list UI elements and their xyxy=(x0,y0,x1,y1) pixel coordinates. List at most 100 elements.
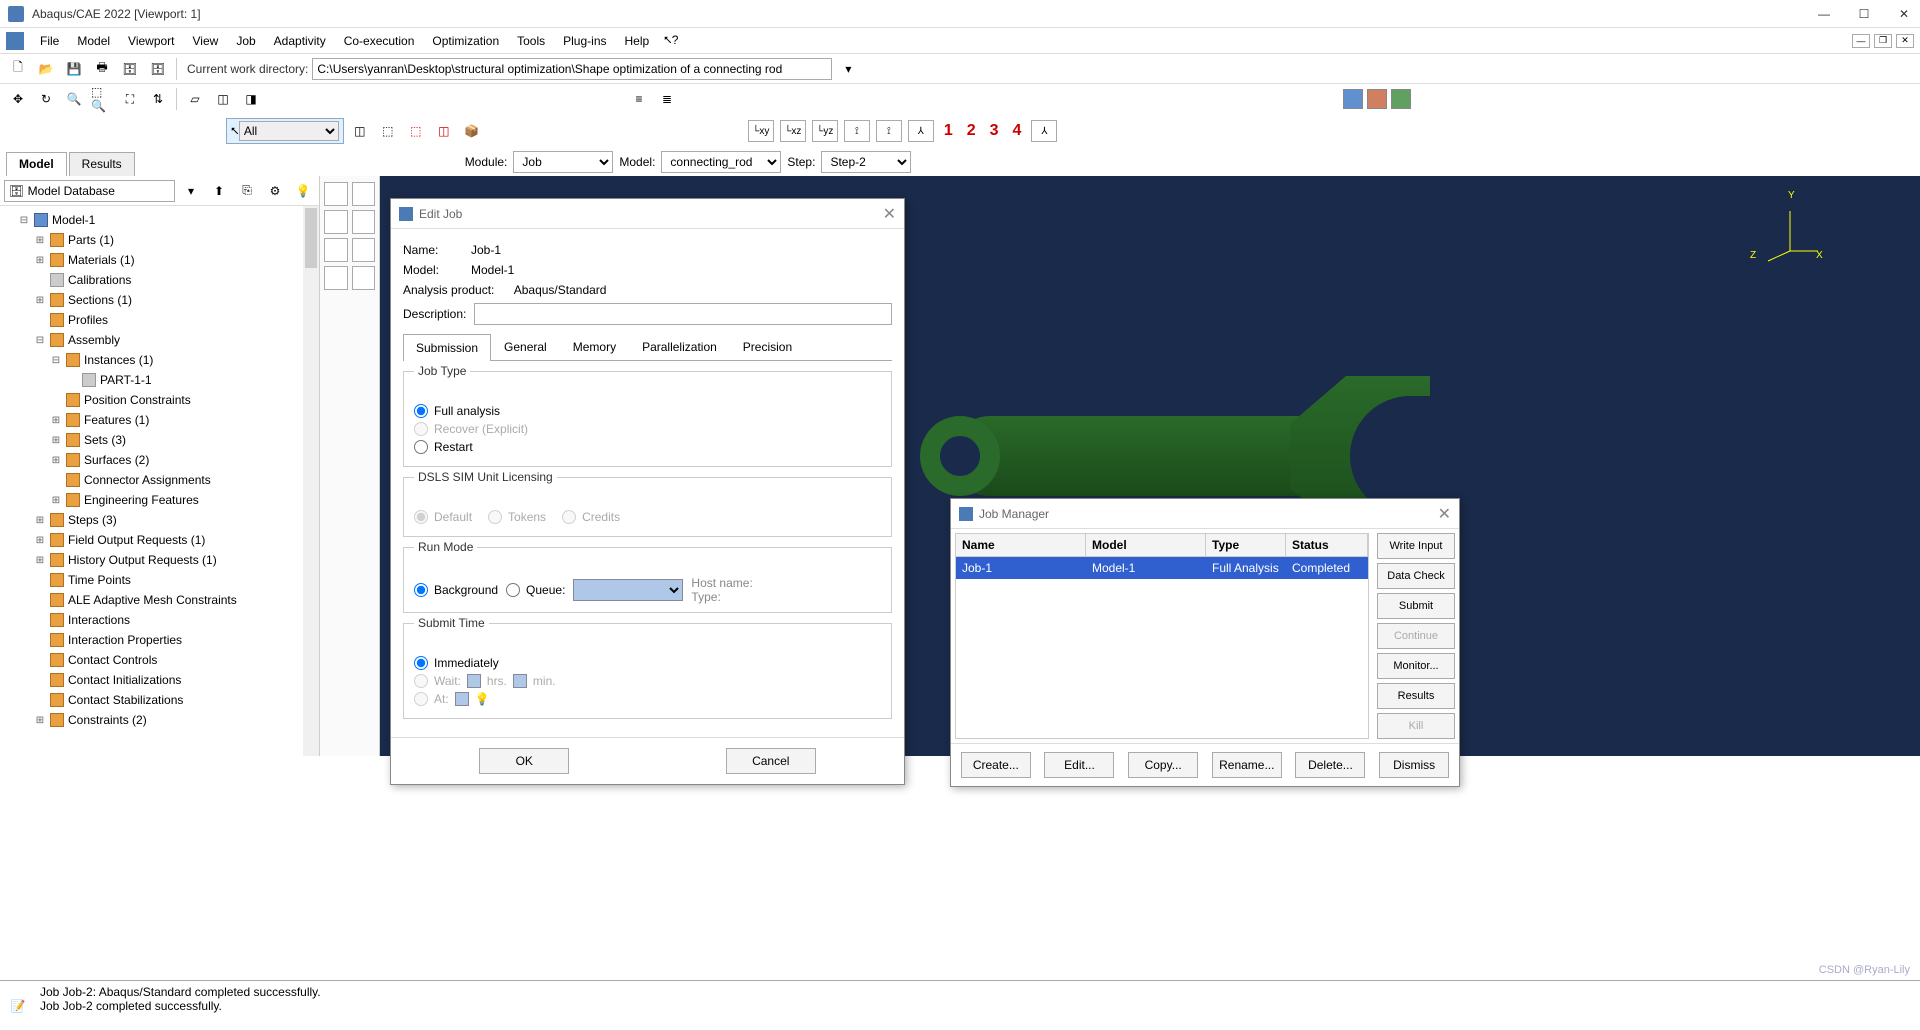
tree-sets[interactable]: Sets (3) xyxy=(84,433,126,447)
tree-materials[interactable]: Materials (1) xyxy=(68,253,135,267)
zoom-icon[interactable]: 🔍 xyxy=(62,87,86,111)
fit-icon[interactable]: ⛶ xyxy=(118,87,142,111)
description-input[interactable] xyxy=(474,303,892,325)
tool-8[interactable] xyxy=(352,266,376,290)
results-button[interactable]: Results xyxy=(1377,683,1455,709)
cwd-input[interactable] xyxy=(312,58,832,80)
csys-custom-icon[interactable]: ⅄ xyxy=(1031,120,1057,142)
tree-surfaces[interactable]: Surfaces (2) xyxy=(84,453,149,467)
sel2-icon[interactable]: ⬚ xyxy=(404,119,428,143)
tree-constraints[interactable]: Constraints (2) xyxy=(68,713,147,727)
ok-button[interactable]: OK xyxy=(479,748,569,774)
job-table[interactable]: Name Model Type Status Job-1 Model-1 Ful… xyxy=(955,533,1369,739)
message-icon[interactable]: 📝 xyxy=(0,981,36,1030)
pan-icon[interactable]: ✥ xyxy=(6,87,30,111)
tree-parts[interactable]: Parts (1) xyxy=(68,233,114,247)
tree-part11[interactable]: PART-1-1 xyxy=(100,373,152,387)
view-3[interactable]: 3 xyxy=(986,122,1003,140)
db-dropdown-icon[interactable]: ▾ xyxy=(179,179,203,203)
tab-precision[interactable]: Precision xyxy=(730,333,805,360)
menu-view[interactable]: View xyxy=(185,31,227,51)
tab-submission[interactable]: Submission xyxy=(403,334,491,361)
tree-bulb-icon[interactable]: 💡 xyxy=(291,179,315,203)
tree-historyoutput[interactable]: History Output Requests (1) xyxy=(68,553,217,567)
tool-7[interactable] xyxy=(324,266,348,290)
col-status[interactable]: Status xyxy=(1286,534,1368,556)
message-text[interactable]: Job Job-2: Abaqus/Standard completed suc… xyxy=(36,981,1920,1030)
col-type[interactable]: Type xyxy=(1206,534,1286,556)
radio-immediately[interactable]: Immediately xyxy=(414,656,881,670)
list1-icon[interactable]: ≡ xyxy=(627,87,651,111)
close-button[interactable]: ✕ xyxy=(1896,6,1912,22)
tree-sections[interactable]: Sections (1) xyxy=(68,293,132,307)
tree-copy-icon[interactable]: ⎘ xyxy=(235,179,259,203)
tab-memory[interactable]: Memory xyxy=(560,333,629,360)
model-tree[interactable]: ⊟Model-1 ⊞Parts (1) ⊞Materials (1) Calib… xyxy=(0,206,319,756)
maximize-button[interactable]: ☐ xyxy=(1856,6,1872,22)
tree-features[interactable]: Features (1) xyxy=(84,413,149,427)
jobmgr-close-button[interactable]: ✕ xyxy=(1438,504,1451,524)
tree-contactstab[interactable]: Contact Stabilizations xyxy=(68,693,183,707)
menu-model[interactable]: Model xyxy=(69,31,118,51)
tree-assembly[interactable]: Assembly xyxy=(68,333,120,347)
edit-button[interactable]: Edit... xyxy=(1044,752,1114,778)
tab-results[interactable]: Results xyxy=(69,152,135,176)
tool-3[interactable] xyxy=(324,210,348,234)
sel4-icon[interactable]: 📦 xyxy=(460,119,484,143)
selection-filter[interactable]: ⭦ All xyxy=(226,118,344,144)
menu-optimization[interactable]: Optimization xyxy=(424,31,507,51)
mdi-restore-button[interactable]: ❐ xyxy=(1874,34,1892,48)
tree-profiles[interactable]: Profiles xyxy=(68,313,108,327)
tree-ale[interactable]: ALE Adaptive Mesh Constraints xyxy=(68,593,237,607)
save-icon[interactable]: 💾 xyxy=(62,57,86,81)
bulb-icon[interactable]: 💡 xyxy=(475,692,490,706)
selection-filter-select[interactable]: All xyxy=(239,121,339,141)
radio-restart[interactable]: Restart xyxy=(414,440,881,454)
tab-general[interactable]: General xyxy=(491,333,560,360)
menu-plugins[interactable]: Plug-ins xyxy=(555,31,614,51)
radio-background[interactable]: Background xyxy=(414,583,498,597)
cube-green-icon[interactable] xyxy=(1391,89,1411,109)
submit-button[interactable]: Submit xyxy=(1377,593,1455,619)
step-select[interactable]: Step-2 xyxy=(821,151,911,173)
menu-job[interactable]: Job xyxy=(228,31,263,51)
tree-contactinit[interactable]: Contact Initializations xyxy=(68,673,181,687)
rename-button[interactable]: Rename... xyxy=(1212,752,1282,778)
tree-timepoints[interactable]: Time Points xyxy=(68,573,131,587)
new-file-icon[interactable]: 🗋 xyxy=(6,57,30,81)
menu-tools[interactable]: Tools xyxy=(509,31,553,51)
csys-3d1-icon[interactable]: ⟟ xyxy=(844,120,870,142)
mdi-minimize-button[interactable]: — xyxy=(1852,34,1870,48)
select-tool-icon[interactable]: ◫ xyxy=(348,119,372,143)
view-4[interactable]: 4 xyxy=(1009,122,1026,140)
queue-select[interactable] xyxy=(573,579,683,601)
write-input-button[interactable]: Write Input xyxy=(1377,533,1455,559)
tree-contactctrl[interactable]: Contact Controls xyxy=(68,653,157,667)
tree-connectors[interactable]: Connector Assignments xyxy=(84,473,211,487)
tree-scrollbar[interactable] xyxy=(303,206,319,756)
tool-5[interactable] xyxy=(324,238,348,262)
menu-file[interactable]: File xyxy=(32,31,67,51)
database-icon[interactable]: 🗄 xyxy=(118,57,142,81)
sel3-icon[interactable]: ◫ xyxy=(432,119,456,143)
data-check-button[interactable]: Data Check xyxy=(1377,563,1455,589)
print-icon[interactable]: 🖶 xyxy=(90,57,114,81)
tab-model[interactable]: Model xyxy=(6,152,67,176)
tree-steps[interactable]: Steps (3) xyxy=(68,513,117,527)
zoom-box-icon[interactable]: ⬚🔍 xyxy=(90,87,114,111)
tool-1[interactable] xyxy=(324,182,348,206)
view-1[interactable]: 1 xyxy=(940,122,957,140)
menu-coexecution[interactable]: Co-execution xyxy=(336,31,423,51)
csys-3d2-icon[interactable]: ⟟ xyxy=(876,120,902,142)
tree-up-icon[interactable]: ⬆ xyxy=(207,179,231,203)
radio-queue[interactable]: Queue: xyxy=(506,583,565,597)
database-selector[interactable]: 🗄 Model Database xyxy=(4,180,175,202)
col-name[interactable]: Name xyxy=(956,534,1086,556)
tree-posconstraints[interactable]: Position Constraints xyxy=(84,393,191,407)
help-cursor-icon[interactable]: ⭦? xyxy=(659,29,683,53)
database2-icon[interactable]: 🗄 xyxy=(146,57,170,81)
view-2[interactable]: 2 xyxy=(963,122,980,140)
mdi-close-button[interactable]: ✕ xyxy=(1896,34,1914,48)
model-select[interactable]: connecting_rod xyxy=(661,151,781,173)
tree-calibrations[interactable]: Calibrations xyxy=(68,273,131,287)
